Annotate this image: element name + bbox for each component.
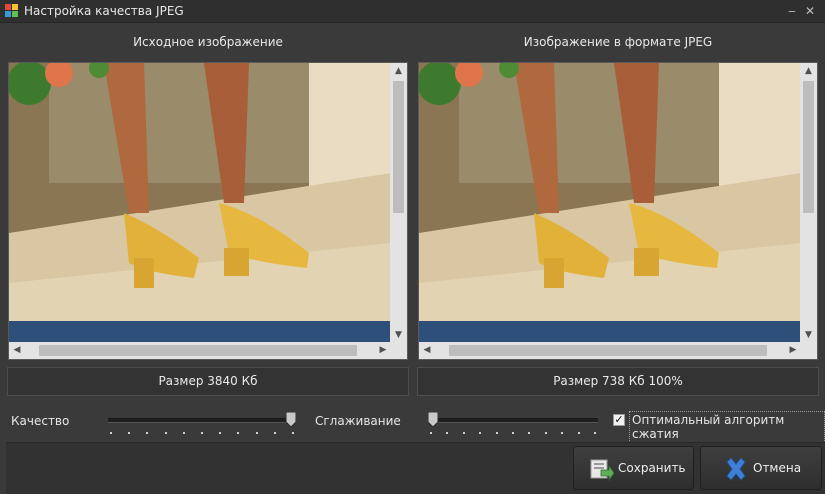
- original-panel-title: Исходное изображение: [133, 35, 283, 49]
- slider-ticks: [430, 432, 596, 435]
- vertical-scrollbar[interactable]: ▲ ▼: [390, 63, 407, 343]
- slider-ticks: [110, 432, 294, 435]
- cancel-button[interactable]: Отмена: [700, 446, 822, 490]
- window-title: Настройка качества JPEG: [24, 4, 184, 18]
- scroll-thumb[interactable]: [449, 345, 767, 356]
- scroll-corner: [390, 342, 407, 359]
- jpeg-size-label: Размер 738 Кб 100%: [417, 367, 819, 396]
- scroll-right-icon[interactable]: ▶: [375, 342, 391, 359]
- jpeg-image-viewer[interactable]: ▲ ▼ ◀ ▶: [418, 62, 818, 360]
- optimal-compression-checkbox[interactable]: ✓: [613, 414, 625, 426]
- scroll-thumb[interactable]: [39, 345, 357, 356]
- original-photo: [9, 63, 391, 343]
- save-button[interactable]: Сохранить: [573, 446, 694, 490]
- app-icon: [5, 4, 18, 17]
- scroll-up-icon[interactable]: ▲: [390, 63, 407, 79]
- cancel-button-label: Отмена: [753, 461, 802, 475]
- quality-slider[interactable]: [108, 412, 296, 436]
- scroll-thumb[interactable]: [393, 81, 404, 213]
- optimal-compression-label[interactable]: Оптимальный алгоритм сжатия: [629, 411, 825, 443]
- smoothing-slider[interactable]: [428, 412, 598, 436]
- original-size-label: Размер 3840 Кб: [7, 367, 409, 396]
- close-x-icon: [726, 457, 746, 481]
- original-image-viewer[interactable]: ▲ ▼ ◀ ▶: [8, 62, 408, 360]
- slider-track: [108, 418, 296, 423]
- vertical-scrollbar[interactable]: ▲ ▼: [800, 63, 817, 343]
- horizontal-scrollbar[interactable]: ◀ ▶: [9, 342, 391, 359]
- jpeg-photo: [419, 63, 801, 343]
- smoothing-label: Сглаживание: [315, 414, 401, 428]
- scroll-left-icon[interactable]: ◀: [419, 342, 435, 359]
- save-icon: [590, 459, 614, 482]
- scroll-down-icon[interactable]: ▼: [800, 327, 817, 343]
- jpeg-panel-title: Изображение в формате JPEG: [523, 35, 713, 49]
- scroll-thumb[interactable]: [803, 81, 814, 213]
- scroll-corner: [800, 342, 817, 359]
- minimize-icon[interactable]: ‒: [783, 2, 801, 20]
- scroll-right-icon[interactable]: ▶: [785, 342, 801, 359]
- scroll-up-icon[interactable]: ▲: [800, 63, 817, 79]
- horizontal-scrollbar[interactable]: ◀ ▶: [419, 342, 801, 359]
- quality-label: Качество: [11, 414, 70, 428]
- save-button-label: Сохранить: [618, 461, 686, 475]
- scroll-down-icon[interactable]: ▼: [390, 327, 407, 343]
- title-bar: Настройка качества JPEG ‒ ✕: [0, 0, 825, 23]
- close-icon[interactable]: ✕: [801, 2, 819, 20]
- slider-handle[interactable]: [428, 412, 438, 427]
- slider-track: [428, 418, 598, 423]
- slider-handle[interactable]: [286, 412, 296, 427]
- scroll-left-icon[interactable]: ◀: [9, 342, 25, 359]
